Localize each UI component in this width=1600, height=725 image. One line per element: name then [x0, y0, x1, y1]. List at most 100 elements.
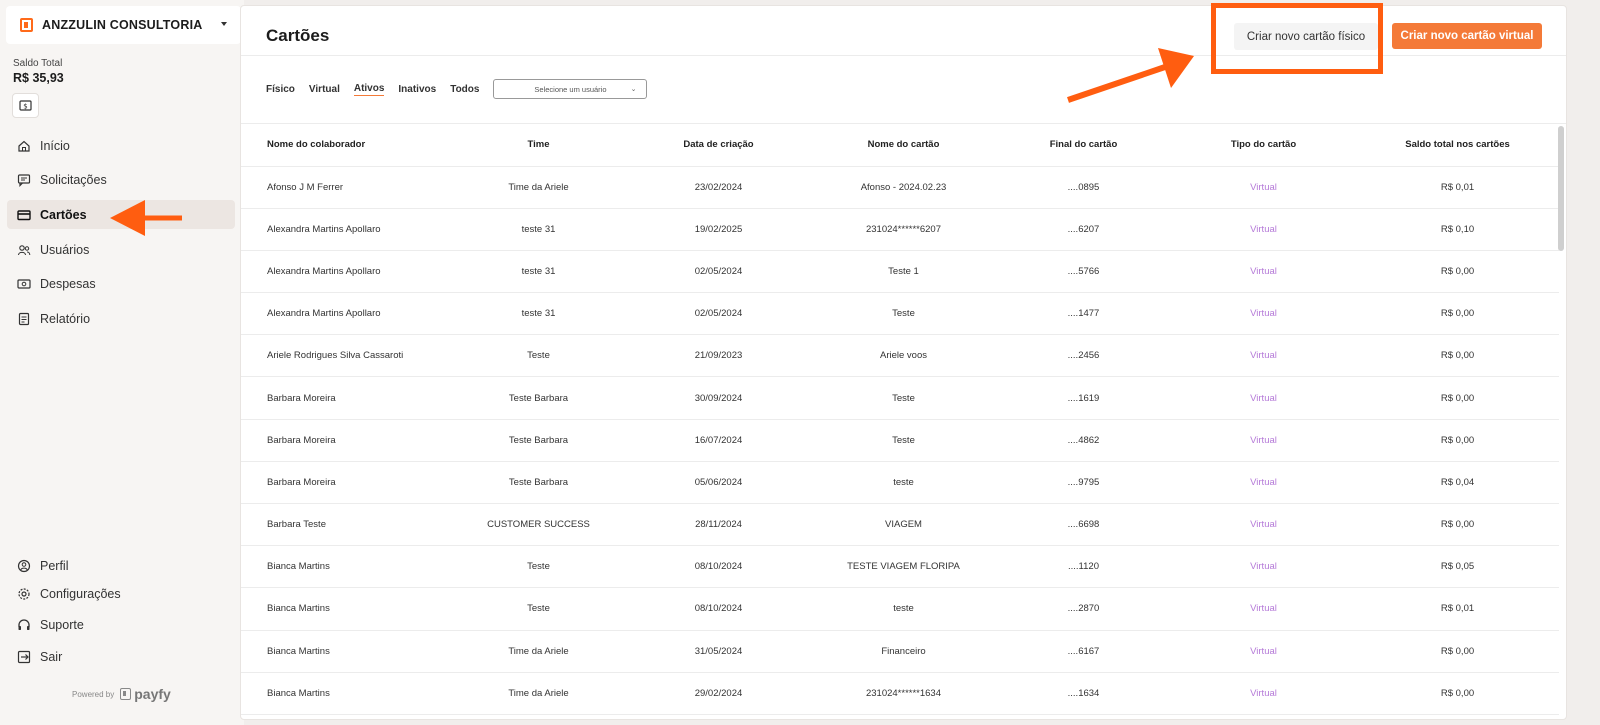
sidebar-item-perfil[interactable]: Perfil [7, 551, 235, 580]
cell-card-name: Teste [811, 419, 996, 462]
page-title: Cartões [266, 26, 330, 45]
sidebar-item-suporte[interactable]: Suporte [7, 610, 235, 639]
cell-card-name: teste [811, 587, 996, 631]
cell-card-last-digits: ....2456 [996, 334, 1171, 378]
payfy-logo: payfy [120, 686, 171, 702]
headset-icon [17, 618, 31, 632]
cell-employee-name: Alexandra Martins Apollaro [241, 208, 451, 251]
cell-employee-name: Barbara Moreira [241, 376, 451, 420]
cell-team: Teste [451, 334, 626, 378]
column-header-final-do-cartao: Final do cartão [996, 124, 1171, 167]
tab-inativos[interactable]: Inativos [398, 84, 436, 95]
add-balance-button[interactable]: $ [12, 93, 39, 118]
cell-team: Teste Barbara [451, 461, 626, 505]
cell-team: teste 31 [451, 208, 626, 251]
company-selector[interactable]: ANZZULIN CONSULTORIA [6, 6, 241, 44]
tab-fisico[interactable]: Físico [266, 84, 295, 95]
filter-bar: Físico Virtual Ativos Inativos Todos Selecio… [266, 79, 648, 99]
cell-created-date: 28/11/2024 [626, 503, 811, 547]
balance-value: R$ 35,93 [13, 71, 64, 85]
tab-ativos[interactable]: Ativos [353, 83, 385, 96]
cell-card-type: Virtual [1171, 672, 1356, 715]
scrollbar[interactable] [1558, 126, 1564, 251]
report-icon [17, 312, 31, 326]
balance-label: Saldo Total [13, 58, 63, 69]
chevron-down-icon: ⌄ [630, 86, 637, 93]
cell-card-last-digits: ....1634 [996, 672, 1171, 715]
cell-card-name: 231024******1634 [811, 672, 996, 715]
sidebar: ANZZULIN CONSULTORIA Saldo Total R$ 35,9… [0, 0, 244, 725]
column-header-saldo-total-nos-cartoes: Saldo total nos cartões [1356, 124, 1559, 167]
cell-card-balance: R$ 0,00 [1356, 419, 1559, 462]
user-select[interactable]: Selecione um usuário ⌄ [493, 79, 648, 99]
column-header-data-de-criacao: Data de criação [626, 124, 811, 167]
caret-down-icon [221, 22, 227, 26]
tab-todos[interactable]: Todos [450, 84, 479, 95]
cell-employee-name: Bianca Martins [241, 545, 451, 589]
user-select-placeholder: Selecione um usuário [534, 84, 607, 94]
cell-created-date: 08/10/2024 [626, 587, 811, 631]
table-row[interactable]: Barbara Moreira Teste Barbara 30/09/2024 Te… [241, 376, 1559, 420]
cell-created-date: 02/05/2024 [626, 250, 811, 294]
table-row[interactable]: Barbara Moreira Teste Barbara 05/06/2024 te… [241, 461, 1559, 505]
create-virtual-card-button[interactable]: Criar novo cartão virtual [1392, 23, 1542, 49]
sidebar-item-label: Relatório [40, 311, 91, 326]
cell-employee-name: Barbara Teste [241, 503, 451, 547]
table-row[interactable]: Bianca Martins Teste 08/10/2024 teste ....28… [241, 587, 1559, 631]
sidebar-item-sair[interactable]: Sair [7, 642, 235, 671]
cell-employee-name: Afonso J M Ferrer [241, 166, 451, 209]
cell-employee-name: Bianca Martins [241, 630, 451, 673]
cell-card-balance: R$ 0,00 [1356, 503, 1559, 547]
cell-team: Teste Barbara [451, 376, 626, 420]
table-row[interactable]: Afonso J M Ferrer Time da Ariele 23/02/202… [241, 166, 1559, 209]
table-row[interactable]: Alexandra Martins Apollaro teste 31 02/05/… [241, 250, 1559, 294]
column-header-tipo-do-cartao: Tipo do cartão [1171, 124, 1356, 167]
sidebar-item-usuarios[interactable]: Usuários [7, 235, 235, 264]
cell-card-name: Teste 1 [811, 250, 996, 294]
company-name: ANZZULIN CONSULTORIA [42, 18, 203, 32]
cell-card-last-digits: ....1477 [996, 292, 1171, 336]
users-icon [17, 243, 31, 257]
table-row[interactable]: Barbara Moreira Teste Barbara 16/07/2024 Te… [241, 419, 1559, 462]
sidebar-item-configuracoes[interactable]: Configurações [7, 579, 235, 608]
company-logo-icon [20, 18, 33, 32]
cell-card-balance: R$ 0,00 [1356, 630, 1559, 673]
cell-team: Teste [451, 587, 626, 631]
sidebar-item-label: Cartões [40, 207, 87, 222]
sidebar-item-solicitacoes[interactable]: Solicitações [7, 165, 235, 194]
sidebar-item-cartoes[interactable]: Cartões [7, 200, 235, 229]
cell-card-balance: R$ 0,01 [1356, 587, 1559, 631]
cell-team: Time da Ariele [451, 166, 626, 209]
cell-card-last-digits: ....4862 [996, 419, 1171, 462]
table-row[interactable]: Ariele Rodrigues Silva Cassaroti Teste 21/… [241, 334, 1559, 378]
sidebar-item-despesas[interactable]: Despesas [7, 269, 235, 298]
cell-card-name: Ariele voos [811, 334, 996, 378]
cell-created-date: 23/02/2024 [626, 166, 811, 209]
tab-virtual[interactable]: Virtual [309, 84, 340, 95]
home-icon [17, 139, 31, 153]
cell-team: Teste [451, 545, 626, 589]
cell-team: teste 31 [451, 292, 626, 336]
gear-icon [17, 587, 31, 601]
cell-card-last-digits: ....6698 [996, 503, 1171, 547]
sidebar-item-inicio[interactable]: Início [7, 131, 235, 160]
cell-card-balance: R$ 0,05 [1356, 545, 1559, 589]
column-header-time: Time [451, 124, 626, 167]
cell-employee-name: Bianca Martins [241, 587, 451, 631]
cell-card-type: Virtual [1171, 419, 1356, 462]
sidebar-item-relatorio[interactable]: Relatório [7, 304, 235, 333]
sidebar-item-label: Despesas [40, 276, 96, 291]
table-row[interactable]: Bianca Martins Time da Ariele 31/05/2024 Fi… [241, 630, 1559, 673]
cell-employee-name: Alexandra Martins Apollaro [241, 250, 451, 294]
cell-employee-name: Bianca Martins [241, 672, 451, 715]
svg-text:$: $ [23, 103, 27, 111]
table-row[interactable]: Alexandra Martins Apollaro teste 31 02/05/… [241, 292, 1559, 336]
table-row[interactable]: Bianca Martins Teste 08/10/2024 TESTE VIAGE… [241, 545, 1559, 589]
cell-team: Time da Ariele [451, 672, 626, 715]
sidebar-item-label: Solicitações [40, 172, 107, 187]
cell-card-balance: R$ 0,01 [1356, 166, 1559, 209]
table-row[interactable]: Barbara Teste CUSTOMER SUCCESS 28/11/2024 V… [241, 503, 1559, 547]
table-row[interactable]: Alexandra Martins Apollaro teste 31 19/02/… [241, 208, 1559, 251]
table-row[interactable]: Bianca Martins Time da Ariele 29/02/2024 23… [241, 672, 1559, 715]
cell-created-date: 02/05/2024 [626, 292, 811, 336]
